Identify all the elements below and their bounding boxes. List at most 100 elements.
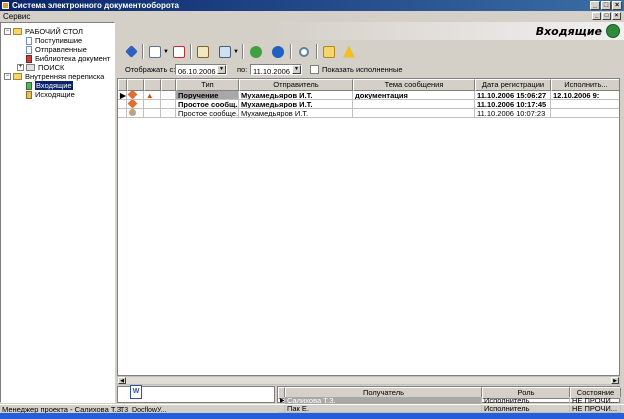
- from-date-picker[interactable]: 06.10.2006 ▼: [175, 64, 227, 76]
- toolbar-separator: [316, 44, 318, 59]
- show-done-checkbox[interactable]: [310, 65, 319, 74]
- mdi-minimize-button[interactable]: _: [592, 12, 601, 20]
- cell-subject: [353, 109, 475, 118]
- copy-button[interactable]: [216, 43, 234, 60]
- diamond-icon: [124, 45, 138, 58]
- view-button[interactable]: [122, 43, 140, 60]
- show-done-label: Показать исполненные: [322, 65, 403, 74]
- cell-sender: Мухамедьяров И.Т.: [239, 91, 353, 100]
- open-folder-button[interactable]: [320, 43, 338, 60]
- expand-icon[interactable]: +: [17, 64, 24, 71]
- search-icon: [299, 46, 309, 57]
- toolbar-separator: [242, 44, 244, 59]
- grid-header-blank: [161, 79, 176, 91]
- table-row[interactable]: Простое сообщ... Мухамедьяров И.Т. 11.10…: [118, 100, 619, 109]
- refresh-logo-icon: [606, 24, 620, 38]
- tree-item-label: Поступившие: [35, 36, 83, 45]
- mdi-restore-button[interactable]: □: [602, 12, 611, 20]
- chevron-down-icon[interactable]: ▼: [217, 65, 226, 74]
- search-icon: [26, 64, 35, 71]
- tree-item-label: РАБОЧИЙ СТОЛ: [25, 27, 83, 36]
- users-button[interactable]: [247, 43, 265, 60]
- table-row[interactable]: Простое сообще... Мухамедьяров И.Т. 11.1…: [118, 109, 619, 118]
- warning-icon: [343, 45, 355, 58]
- new-document-icon: [149, 45, 161, 58]
- cell-blank: [161, 91, 176, 100]
- word-file-icon[interactable]: W: [130, 385, 142, 399]
- refresh-button[interactable]: [269, 43, 287, 60]
- task-icon: [127, 91, 144, 100]
- menu-service[interactable]: Сервис: [3, 12, 30, 21]
- app-icon: [2, 2, 9, 9]
- taskbar: [0, 413, 624, 419]
- scroll-left-icon[interactable]: ◀: [118, 377, 126, 384]
- table-row[interactable]: ▶ ▲ Поручение Мухамедьяров И.Т. документ…: [118, 91, 619, 100]
- toolbar-separator: [142, 44, 144, 59]
- tree-item-library[interactable]: Библиотека документ: [26, 54, 110, 63]
- delete-button[interactable]: [170, 43, 188, 60]
- cell-subject: документация: [353, 91, 475, 100]
- cell-subject: [353, 100, 475, 109]
- toolbar-separator: [190, 44, 192, 59]
- close-button[interactable]: ×: [612, 1, 622, 10]
- cell-type: Поручение: [176, 91, 239, 100]
- tree-item-incoming[interactable]: Поступившие: [26, 36, 82, 45]
- messages-grid: Тип Отправитель Тема сообщения Дата реги…: [117, 78, 620, 376]
- cell-reg-date: 11.10.2006 15:06:27: [475, 91, 551, 100]
- chevron-down-icon[interactable]: ▼: [233, 49, 239, 55]
- col-sender[interactable]: Отправитель: [239, 79, 353, 91]
- cell-due: [551, 100, 619, 109]
- grid-header-indicator: [118, 79, 127, 91]
- col-type[interactable]: Тип: [176, 79, 239, 91]
- tree-item-label: Отправленные: [35, 45, 87, 54]
- horizontal-scrollbar[interactable]: ◀ ▶: [117, 376, 620, 385]
- chevron-down-icon[interactable]: ▼: [163, 49, 169, 55]
- col-subject[interactable]: Тема сообщения: [353, 79, 475, 91]
- tree-item-inbox[interactable]: Входящие: [26, 81, 73, 90]
- row-pointer-icon: ▶: [118, 91, 127, 100]
- document-icon: [26, 45, 32, 54]
- cell-sender: Мухамедьяров И.Т.: [239, 109, 353, 118]
- tree-item-label: ПОИСК: [38, 63, 65, 72]
- cell-due: [551, 109, 619, 118]
- tree-item-search[interactable]: + ПОИСК: [17, 63, 64, 72]
- minimize-button[interactable]: _: [590, 1, 600, 10]
- menu-bar: Сервис: [0, 11, 624, 22]
- cell-type: Простое сообщ...: [176, 100, 239, 109]
- scroll-right-icon[interactable]: ▶: [611, 377, 619, 384]
- edit-button[interactable]: [194, 43, 212, 60]
- toolbar: ▼ ▼: [117, 41, 624, 62]
- to-date-picker[interactable]: 11.10.2006 ▼: [250, 64, 302, 76]
- col-reg-date[interactable]: Дата регистрации: [475, 79, 551, 91]
- open-folder-icon: [323, 45, 335, 58]
- pencil-icon: [197, 45, 209, 58]
- tree-item-outbox[interactable]: Исходящие: [26, 90, 75, 99]
- col-due[interactable]: Исполнить...: [551, 79, 619, 91]
- cell-flag: [144, 100, 161, 109]
- chevron-down-icon[interactable]: ▼: [292, 65, 301, 74]
- new-document-button[interactable]: [146, 43, 164, 60]
- to-date-value: 11.10.2006: [253, 67, 290, 76]
- page-title: Входящие: [535, 25, 602, 38]
- window-title: Система электронного документооборота: [12, 1, 179, 10]
- grid-header-icon: [127, 79, 144, 91]
- cell-sender: Мухамедьяров И.Т.: [239, 100, 353, 109]
- alert-button[interactable]: [340, 43, 358, 60]
- collapse-icon[interactable]: −: [4, 73, 11, 80]
- cell-indicator: [118, 109, 127, 118]
- folder-icon: [13, 28, 22, 35]
- main-panel: Входящие ▼ ▼ Отображать с: 06.10.2006 ▼ …: [117, 22, 624, 414]
- tree-item-sent[interactable]: Отправленные: [26, 45, 87, 54]
- collapse-icon[interactable]: −: [4, 28, 11, 35]
- inbox-icon: [26, 81, 32, 90]
- warning-icon: ▲: [144, 91, 161, 100]
- mdi-close-button[interactable]: ×: [612, 12, 621, 20]
- tree-item-desktop[interactable]: − РАБОЧИЙ СТОЛ: [4, 27, 83, 36]
- search-button[interactable]: [295, 43, 313, 60]
- maximize-button[interactable]: □: [601, 1, 611, 10]
- tree-item-label: Внутренняя переписка: [25, 72, 105, 81]
- from-date-value: 06.10.2006: [178, 67, 216, 76]
- grid-header: Тип Отправитель Тема сообщения Дата реги…: [118, 79, 619, 91]
- tree-item-internal[interactable]: − Внутренняя переписка: [4, 72, 104, 81]
- filter-bar: Отображать с: 06.10.2006 ▼ по: 11.10.200…: [117, 63, 624, 77]
